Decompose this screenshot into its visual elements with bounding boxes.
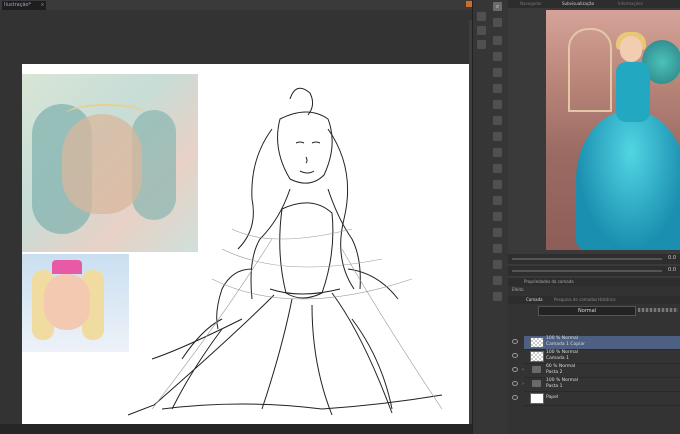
layer-tabs: Camada Pesquisa de camadas Histórico: [508, 296, 680, 304]
blend-mode-select[interactable]: Normal: [538, 306, 636, 316]
layer-name: Camada 1: [546, 355, 569, 361]
tab-info[interactable]: Informações: [618, 0, 643, 8]
correct-icon[interactable]: [493, 148, 502, 157]
layer-name: Pasta 2: [546, 369, 563, 375]
blend-row: Normal: [508, 306, 680, 316]
gradient-icon[interactable]: [493, 68, 502, 77]
eye-icon[interactable]: [512, 367, 518, 372]
layer-row[interactable]: 100 % Normal Camada 1 Copiar: [512, 336, 680, 350]
eye-icon[interactable]: [512, 395, 518, 400]
decoration-icon[interactable]: [493, 244, 502, 253]
eyedropper-icon[interactable]: [493, 180, 502, 189]
zoom-value: 0.0: [668, 255, 676, 261]
document-tab[interactable]: Ilustração* x: [2, 1, 46, 10]
layer-name: Camada 1 Copiar: [546, 341, 585, 347]
fill-icon[interactable]: [493, 52, 502, 61]
operation-icon[interactable]: [493, 260, 502, 269]
navigator-tabs: Navegador Subvisualização Informações: [508, 0, 680, 8]
chevron-right-icon[interactable]: ›: [522, 367, 524, 373]
eye-icon[interactable]: [512, 381, 518, 386]
document-tab-title: Ilustração*: [4, 2, 32, 8]
layer-thumbnail: [530, 393, 544, 404]
layer-thumbnail: [530, 337, 544, 348]
document-tab-bar: Ilustração* x: [0, 0, 472, 10]
zoom-slider[interactable]: 0.0: [508, 254, 680, 264]
tab-layer[interactable]: Camada: [526, 296, 543, 304]
blend-icon[interactable]: [493, 196, 502, 205]
layer-name: Pasta 1: [546, 383, 563, 389]
status-bar: [0, 424, 472, 434]
ruler-icon[interactable]: [493, 100, 502, 109]
layer-row[interactable]: Papel: [512, 392, 680, 406]
layer-opacity-blend: 60 % Normal: [546, 364, 576, 369]
tool-strip: ⌕: [472, 0, 509, 434]
layer-thumbnail: [530, 351, 544, 362]
rotate-value: 0.0: [668, 267, 676, 273]
pen-icon[interactable]: [493, 18, 502, 27]
text-icon[interactable]: [493, 84, 502, 93]
folder-icon: [532, 366, 541, 373]
tab-navigator[interactable]: Navegador: [520, 0, 542, 8]
layer-panel: Camada Pesquisa de camadas Histórico Nor…: [508, 294, 680, 434]
effect-label: Efeito: [508, 286, 680, 294]
tab-subview[interactable]: Subvisualização: [562, 0, 594, 8]
chevron-right-icon[interactable]: ›: [522, 381, 524, 387]
eye-icon[interactable]: [512, 339, 518, 344]
layer-opacity-blend: 100 % Normal: [546, 336, 579, 341]
layer-row[interactable]: › 60 % Normal Pasta 2: [512, 364, 680, 378]
color-wheel-icon[interactable]: [493, 276, 502, 285]
figure-icon[interactable]: [493, 212, 502, 221]
close-icon[interactable]: x: [41, 1, 44, 10]
spray-icon[interactable]: [493, 228, 502, 237]
move-icon[interactable]: [477, 12, 486, 21]
canvas-workspace[interactable]: [0, 10, 472, 434]
lasso-icon[interactable]: [493, 164, 502, 173]
layer-tools: [508, 318, 680, 332]
color-set-icon[interactable]: [493, 292, 502, 301]
layer-row[interactable]: › 100 % Normal Pasta 1: [512, 378, 680, 392]
reference-image-2: [22, 254, 129, 352]
subview-panel: Navegador Subvisualização Informações 0.…: [508, 0, 680, 288]
drawing-canvas[interactable]: [22, 64, 469, 424]
rotate-slider[interactable]: 0.0: [508, 266, 680, 276]
shape-icon[interactable]: [493, 116, 502, 125]
subview-reference-image[interactable]: [546, 10, 680, 250]
eraser-icon[interactable]: [477, 26, 486, 35]
frame-icon[interactable]: [493, 132, 502, 141]
brush-icon[interactable]: [493, 36, 502, 45]
tab-layer-search[interactable]: Pesquisa de camadas: [554, 296, 597, 304]
layer-row[interactable]: 100 % Normal Camada 1: [512, 350, 680, 364]
layer-name: Papel: [546, 395, 559, 400]
tab-history[interactable]: Histórico: [598, 296, 616, 304]
line-sketch: [127, 87, 443, 416]
opacity-slider[interactable]: [638, 308, 678, 312]
layer-opacity-blend: 100 % Normal: [546, 350, 579, 355]
zoom-icon[interactable]: ⌕: [493, 2, 502, 11]
eye-icon[interactable]: [512, 353, 518, 358]
layer-properties-title: Propriedades da camada: [508, 278, 680, 286]
layer-opacity-blend: 100 % Normal: [546, 378, 579, 383]
folder-icon: [532, 380, 541, 387]
select-icon[interactable]: [477, 40, 486, 49]
